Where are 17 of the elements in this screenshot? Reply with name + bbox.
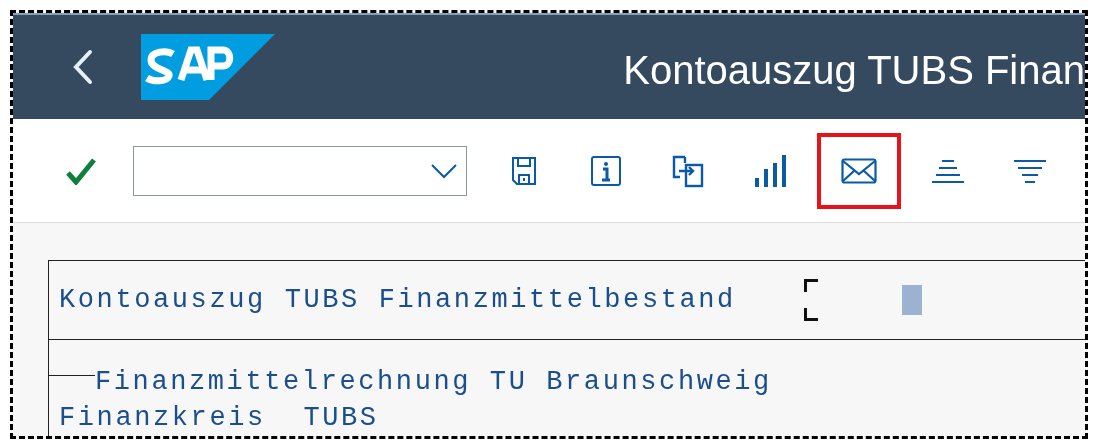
align-center-icon	[931, 158, 965, 183]
text-cursor	[901, 285, 922, 315]
toolbar-button[interactable]	[817, 132, 901, 209]
export-icon	[671, 153, 705, 188]
info-icon	[590, 154, 622, 187]
report-line: Finanzmittelrechnung TU Braunschweig	[95, 367, 772, 397]
report-title: Kontoauszug TUBS Finanzmittelbestand	[59, 285, 736, 315]
mail-icon	[841, 157, 877, 184]
selection-bracket-icon	[803, 279, 818, 321]
filter-icon	[1013, 158, 1047, 183]
checkmark-icon[interactable]	[65, 156, 97, 185]
dropdown-icon[interactable]	[430, 162, 458, 179]
report-line: Finanzkreis TUBS	[59, 403, 379, 433]
logo-icon	[141, 34, 275, 100]
command-field[interactable]	[133, 145, 467, 196]
window-title: Kontoauszug TUBS Finan	[623, 46, 1085, 93]
bar-chart-icon	[753, 153, 787, 188]
